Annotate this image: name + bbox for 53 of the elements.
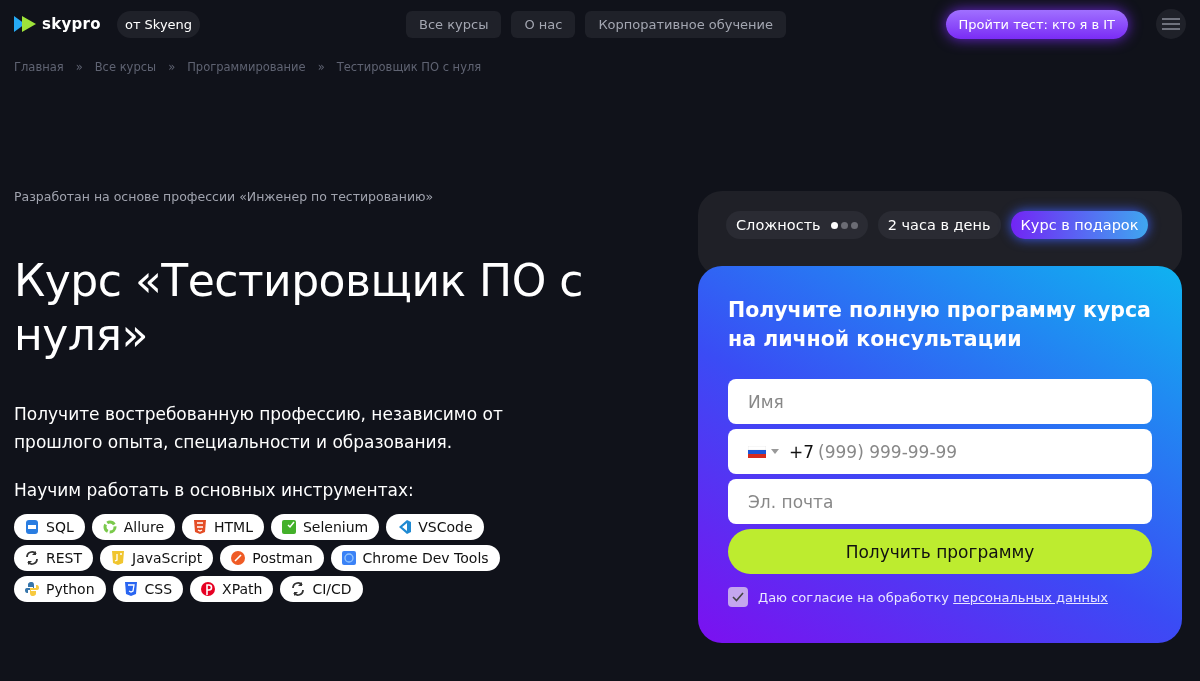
menu-button[interactable]: [1156, 9, 1186, 39]
gift-chip: Курс в подарок: [1010, 211, 1149, 239]
nav-link[interactable]: Корпоративное обучение: [585, 10, 787, 38]
difficulty-label: Сложность: [736, 217, 821, 233]
tool-label: CSS: [144, 581, 173, 597]
database-icon: [24, 519, 40, 535]
tool-label: Postman: [252, 550, 313, 566]
flag-icon: [748, 445, 766, 458]
tool-label: SQL: [46, 519, 74, 535]
test-button[interactable]: Пройти тест: кто я в IT: [945, 9, 1128, 39]
email-field[interactable]: Эл. почта: [728, 479, 1152, 524]
nav-link[interactable]: О нас: [511, 10, 576, 38]
breadcrumb-separator: »: [168, 60, 176, 74]
target-icon: [340, 550, 357, 566]
breadcrumb-separator: »: [317, 60, 325, 74]
form-title: Получите полную программу курса на личной консультации: [728, 297, 1152, 353]
logo-text[interactable]: skypro: [42, 15, 101, 33]
tool-label: Chrome Dev Tools: [362, 550, 489, 566]
consent-link[interactable]: персональных данных: [953, 589, 1108, 605]
tool-label: Selenium: [303, 519, 369, 535]
tool-label: REST: [46, 550, 82, 566]
consent-text: Даю согласие на обработку персональных данных: [758, 589, 1108, 605]
shield-icon: [122, 581, 139, 597]
tool-label: XPath: [222, 581, 263, 597]
tools-heading: Научим работать в основных инструментах:: [14, 480, 415, 500]
hours-chip: 2 часа в день: [877, 211, 1001, 239]
consent-checkbox[interactable]: [728, 587, 748, 607]
tool-label: Allure: [123, 519, 164, 535]
eyebrow-text: Разработан на основе профессии «Инженер по тестированию»: [14, 189, 435, 204]
subtitle-text: Получите востребованную профессию, независимо от прошлого опыта, специальности и образования.: [14, 403, 504, 454]
refresh-icon: [24, 550, 40, 566]
ring-icon: [101, 519, 118, 535]
name-field[interactable]: Имя: [728, 379, 1152, 424]
check-icon: [732, 592, 744, 602]
brand-badge: от Skyeng: [116, 10, 201, 38]
shield-icon: [110, 550, 126, 566]
refresh-icon: [290, 581, 307, 597]
tool-label: VSCode: [418, 519, 473, 535]
phone-field[interactable]: +7 (999) 999-99-99: [728, 429, 1152, 474]
tool-label: CI/CD: [312, 581, 352, 597]
menu-icon: [1162, 18, 1180, 30]
tool-label: JavaScript: [132, 550, 203, 566]
nav-link[interactable]: Все курсы: [406, 10, 502, 38]
logo-icon: [14, 16, 36, 32]
shield-icon: [192, 519, 208, 535]
page-title: Курс «Тестировщик ПО с нуля»: [14, 254, 584, 362]
caret-icon: [771, 449, 779, 454]
submit-button[interactable]: Получить программу: [728, 529, 1152, 574]
tool-label: Python: [46, 581, 95, 597]
check-square-icon: [281, 519, 297, 535]
circle-icon: [230, 550, 247, 566]
tool-label: HTML: [214, 519, 253, 535]
breadcrumb-separator: »: [75, 60, 83, 74]
